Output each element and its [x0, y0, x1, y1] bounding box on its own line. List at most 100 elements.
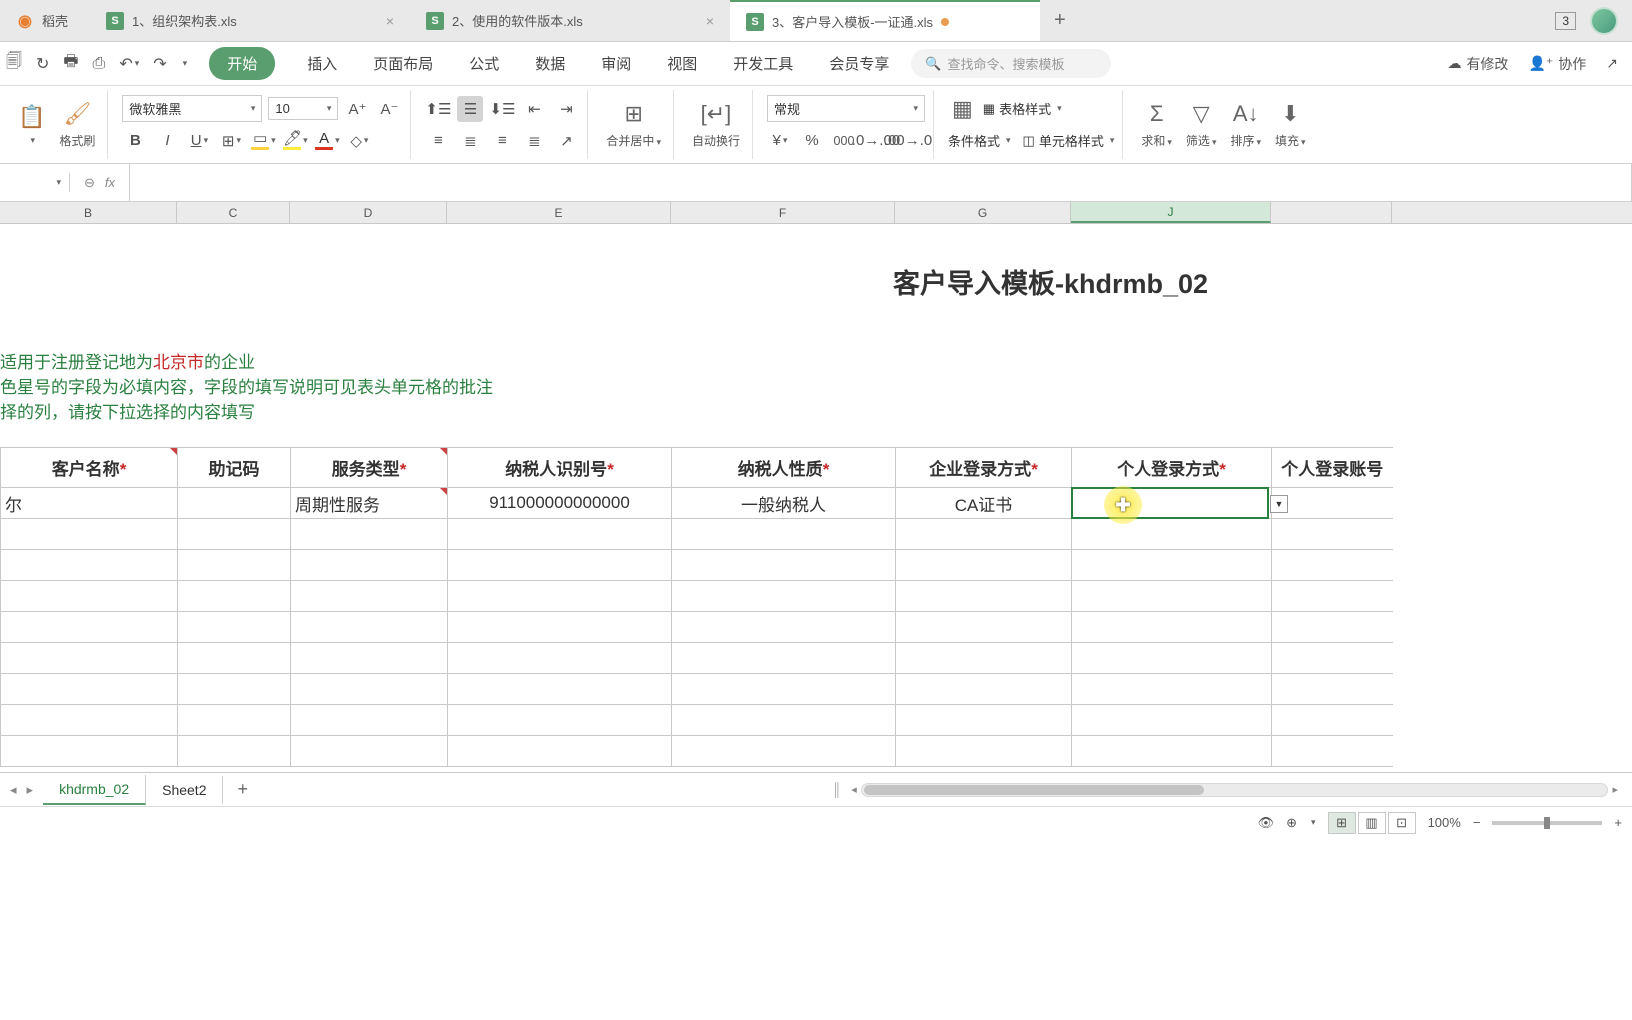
redo-icon[interactable]: ↷ — [153, 54, 166, 74]
new-tab-button[interactable]: + — [1040, 9, 1080, 32]
font-name-select[interactable]: 微软雅黑▾ — [122, 95, 262, 122]
sum-button[interactable]: Σ求和▾ — [1137, 98, 1176, 151]
col-f[interactable]: F — [671, 202, 895, 223]
share-icon[interactable]: ↗ — [1606, 55, 1618, 72]
align-left-icon[interactable]: ≡ — [425, 128, 451, 154]
paste-button[interactable]: 📋▾ — [14, 101, 49, 148]
zoom-level[interactable]: 100% — [1428, 815, 1461, 830]
align-top-icon[interactable]: ⬆☰ — [425, 96, 451, 122]
sheet-nav-prev-icon[interactable]: ◂ — [0, 782, 27, 798]
sheet-nav-next-icon[interactable]: ▸ — [27, 782, 44, 798]
tab-file3-active[interactable]: S 3、客户导入模板-一证通.xls — [730, 0, 1040, 41]
auto-wrap-button[interactable]: [↵]自动换行 — [688, 98, 744, 151]
split-handle[interactable]: ║ — [832, 782, 841, 797]
ribbon-tab-formulas[interactable]: 公式 — [465, 47, 503, 80]
hscroll-thumb[interactable] — [864, 785, 1204, 795]
scroll-left-icon[interactable]: ◂ — [847, 783, 861, 796]
table-style-button[interactable]: ▦表格样式▾ — [983, 99, 1062, 118]
clear-format-button[interactable]: ◇▾ — [346, 128, 372, 154]
close-icon[interactable]: × — [386, 13, 394, 29]
zoom-slider-thumb[interactable] — [1544, 817, 1550, 829]
fill-color-button[interactable]: ▭▾ — [250, 128, 276, 154]
tab-file1[interactable]: S 1、组织架构表.xls × — [90, 0, 410, 41]
ribbon-tab-view[interactable]: 视图 — [663, 47, 701, 80]
ribbon-tab-member[interactable]: 会员专享 — [825, 47, 893, 80]
col-d[interactable]: D — [290, 202, 447, 223]
add-sheet-button[interactable]: + — [223, 779, 262, 800]
orientation-icon[interactable]: ↗ — [553, 128, 579, 154]
normal-view-button[interactable]: ⊞ — [1328, 812, 1356, 834]
border-button[interactable]: ⊞▾ — [218, 128, 244, 154]
cell-style-button[interactable]: ◫单元格样式▾ — [1023, 131, 1115, 150]
th-mnemonic[interactable]: 助记码 — [178, 448, 291, 488]
save-icon[interactable]: 🗐 — [6, 50, 22, 77]
page-layout-button[interactable]: ▥ — [1358, 812, 1386, 834]
number-format-select[interactable]: 常规▾ — [767, 95, 925, 122]
cell[interactable]: 911000000000000 — [448, 488, 672, 519]
th-personal-account[interactable]: 个人登录账号 — [1272, 448, 1393, 488]
cond-format-button[interactable]: ▦ — [948, 93, 977, 125]
ribbon-tab-insert[interactable]: 插入 — [303, 47, 341, 80]
decrease-indent-icon[interactable]: ⇤ — [521, 96, 547, 122]
cell[interactable]: 一般纳税人 — [672, 488, 896, 519]
zoom-out-icon[interactable]: ⊖ — [84, 175, 95, 191]
cell-active[interactable] — [1072, 488, 1272, 519]
hscroll-track[interactable] — [861, 783, 1609, 797]
bold-button[interactable]: B — [122, 128, 148, 154]
page-break-button[interactable]: ⊡ — [1388, 812, 1416, 834]
merge-center-button[interactable]: ⊞合并居中▾ — [602, 98, 665, 151]
cell[interactable] — [178, 488, 291, 519]
user-avatar[interactable] — [1590, 7, 1618, 35]
col-g[interactable]: G — [895, 202, 1071, 223]
cloud-changes[interactable]: ☁有修改 — [1447, 54, 1508, 74]
zoom-in-button[interactable]: + — [1614, 815, 1622, 830]
font-color-button[interactable]: A▾ — [314, 128, 340, 154]
formula-input[interactable] — [129, 164, 1632, 201]
currency-icon[interactable]: ¥▾ — [767, 128, 793, 154]
cell[interactable]: 尔 — [1, 488, 178, 519]
col-j-selected[interactable]: J — [1071, 202, 1271, 223]
format-painter-button[interactable]: 🖌格式刷 — [55, 98, 99, 151]
col-b[interactable]: B — [0, 202, 177, 223]
center-icon[interactable]: ⊕ — [1286, 815, 1297, 831]
col-e[interactable]: E — [447, 202, 671, 223]
tab-file2[interactable]: S 2、使用的软件版本.xls × — [410, 0, 730, 41]
name-box[interactable]: ▾ — [0, 173, 70, 192]
sync-icon[interactable]: ↻ — [36, 54, 49, 74]
zoom-slider[interactable] — [1492, 821, 1602, 825]
col-c[interactable]: C — [177, 202, 290, 223]
justify-icon[interactable]: ≣ — [521, 128, 547, 154]
decrease-font-icon[interactable]: A⁻ — [376, 96, 402, 122]
zoom-out-button[interactable]: − — [1473, 815, 1481, 830]
qat-more-icon[interactable]: ▾ — [181, 58, 188, 69]
percent-icon[interactable]: % — [799, 128, 825, 154]
ribbon-tab-pagelayout[interactable]: 页面布局 — [369, 47, 437, 80]
sheet-tab-1[interactable]: khdrmb_02 — [43, 775, 146, 805]
th-service-type[interactable]: 服务类型* — [291, 448, 448, 488]
print-icon[interactable]: 🖶 — [63, 50, 78, 77]
window-count[interactable]: 3 — [1555, 12, 1576, 30]
ribbon-tab-data[interactable]: 数据 — [531, 47, 569, 80]
cell[interactable] — [1272, 488, 1393, 519]
italic-button[interactable]: I — [154, 128, 180, 154]
tab-daoqiao[interactable]: ◉ 稻壳 — [0, 0, 90, 41]
filter-button[interactable]: ▽筛选▾ — [1182, 98, 1221, 151]
align-middle-icon[interactable]: ☰ — [457, 96, 483, 122]
print-preview-icon[interactable]: ⎙ — [93, 55, 106, 73]
dropdown-arrow-icon[interactable]: ▼ — [1270, 495, 1288, 513]
search-input[interactable]: 🔍 查找命令、搜索模板 — [911, 49, 1111, 78]
cond-format-label[interactable]: 条件格式▾ — [948, 131, 1011, 150]
ribbon-tab-home[interactable]: 开始 — [209, 47, 275, 80]
close-icon[interactable]: × — [706, 13, 714, 29]
underline-button[interactable]: U▾ — [186, 128, 212, 154]
align-bottom-icon[interactable]: ⬇☰ — [489, 96, 515, 122]
align-center-icon[interactable]: ≣ — [457, 128, 483, 154]
scroll-right-icon[interactable]: ▸ — [1608, 783, 1622, 796]
increase-indent-icon[interactable]: ⇥ — [553, 96, 579, 122]
th-corp-login[interactable]: 企业登录方式* — [896, 448, 1072, 488]
fill-button[interactable]: ⬇填充▾ — [1271, 98, 1310, 151]
fx-icon[interactable]: fx — [105, 175, 115, 190]
eye-icon[interactable]: 👁 — [1258, 815, 1275, 831]
sheet-tab-2[interactable]: Sheet2 — [146, 776, 223, 804]
ribbon-tab-devtools[interactable]: 开发工具 — [729, 47, 797, 80]
